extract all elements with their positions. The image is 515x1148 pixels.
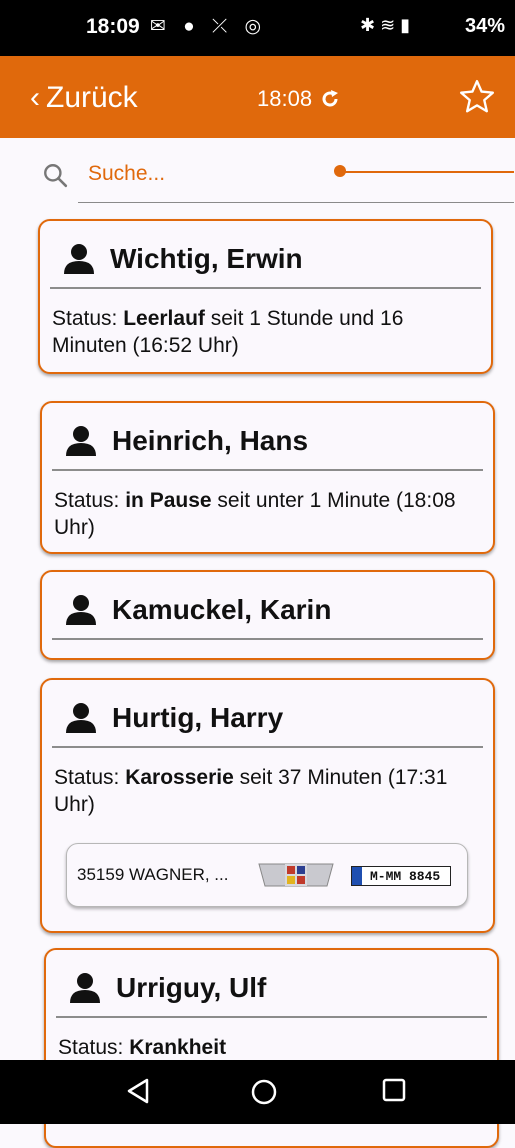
employee-name: Kamuckel, Karin — [112, 594, 332, 625]
status-label: Status: — [52, 307, 124, 330]
divider — [52, 746, 483, 748]
divider — [52, 469, 483, 471]
bde-icon: ● — [183, 16, 201, 37]
person-icon — [66, 595, 96, 625]
employee-name: Heinrich, Hans — [112, 425, 309, 456]
back-label: Zurück — [46, 81, 138, 114]
employee-card[interactable]: Kamuckel, Karin — [40, 570, 495, 660]
missed-call-icon: ⤫ — [211, 16, 234, 37]
mail-icon: ✉ — [150, 16, 172, 37]
chevron-left-icon: ‹ — [30, 81, 40, 114]
license-plate: M-MM 8845 — [351, 866, 451, 886]
employee-card[interactable]: Wichtig, Erwin Status: Leerlauf seit 1 S… — [38, 219, 493, 374]
clock: 18:09 — [86, 15, 140, 38]
status-value: Karosserie — [125, 766, 234, 789]
employee-status: Status: in Pause seit unter 1 Minute (18… — [54, 487, 479, 541]
employee-name: Urriguy, Ulf — [116, 972, 267, 1003]
person-icon — [64, 244, 94, 274]
bluetooth-icon: ✱ — [360, 15, 376, 35]
employee-name: Wichtig, Erwin — [110, 243, 303, 274]
search-slider-track[interactable] — [344, 171, 514, 173]
search-slider-handle[interactable] — [334, 165, 346, 177]
employee-name: Hurtig, Harry — [112, 702, 284, 733]
connectivity-icons: ✱ ≋ ▮ — [360, 15, 410, 36]
employee-header: Kamuckel, Karin — [64, 594, 331, 626]
employee-header: Hurtig, Harry — [64, 702, 283, 734]
last-update-time: 18:08 — [257, 86, 313, 111]
search-icon — [44, 164, 68, 188]
nav-home-icon[interactable] — [250, 1078, 278, 1106]
refresh-icon — [322, 90, 339, 107]
search-underline — [78, 202, 514, 203]
status-value: Leerlauf — [123, 307, 205, 330]
person-icon — [70, 973, 100, 1003]
divider — [52, 638, 483, 640]
vehicle-chip[interactable]: 35159 WAGNER, ... M-MM 8845 — [66, 843, 468, 907]
refresh-time[interactable]: 18:08 — [257, 86, 340, 112]
divider — [56, 1016, 487, 1018]
search-bar — [34, 150, 514, 206]
app-bar: ‹ Zurück 18:08 — [0, 56, 515, 138]
employee-header: Wichtig, Erwin — [62, 243, 303, 275]
wifi-icon: ≋ — [380, 15, 396, 35]
nav-recents-icon[interactable] — [382, 1078, 406, 1102]
status-label: Status: — [54, 766, 126, 789]
car-brand-logo — [258, 863, 334, 887]
nav-back-icon[interactable] — [126, 1078, 150, 1104]
employee-status: Status: Leerlauf seit 1 Stunde und 16 Mi… — [52, 305, 477, 359]
employee-status: Status: Karosserie seit 37 Minuten (17:3… — [54, 764, 479, 818]
employee-header: Heinrich, Hans — [64, 425, 308, 457]
status-value: in Pause — [125, 489, 212, 512]
system-status-bar: 18:09 ✉ ● ⤫ ◎ ✱ ≋ ▮ 34% — [0, 0, 515, 56]
eu-flag-icon — [352, 867, 362, 885]
status-label: Status: — [54, 489, 126, 512]
system-navigation-bar — [0, 1060, 515, 1124]
back-button[interactable]: ‹ Zurück — [30, 81, 138, 115]
license-plate-number: M-MM 8845 — [370, 868, 441, 884]
sync-icon: ◎ — [244, 16, 268, 37]
vehicle-order: 35159 WAGNER, ... — [77, 865, 229, 884]
notification-icons: ✉ ● ⤫ ◎ — [150, 15, 267, 38]
signal-icon: ▮ — [400, 15, 411, 35]
favorite-star-icon[interactable] — [458, 78, 496, 116]
employee-status: Status: Krankheit — [58, 1034, 483, 1061]
divider — [50, 287, 481, 289]
status-value: Krankheit — [129, 1036, 227, 1059]
employee-card[interactable]: Heinrich, Hans Status: in Pause seit unt… — [40, 401, 495, 554]
person-icon — [66, 426, 96, 456]
battery-level: 34% — [465, 15, 506, 37]
status-label: Status: — [58, 1036, 130, 1059]
person-icon — [66, 703, 96, 733]
employee-header: Urriguy, Ulf — [68, 972, 266, 1004]
search-input[interactable] — [88, 162, 288, 186]
